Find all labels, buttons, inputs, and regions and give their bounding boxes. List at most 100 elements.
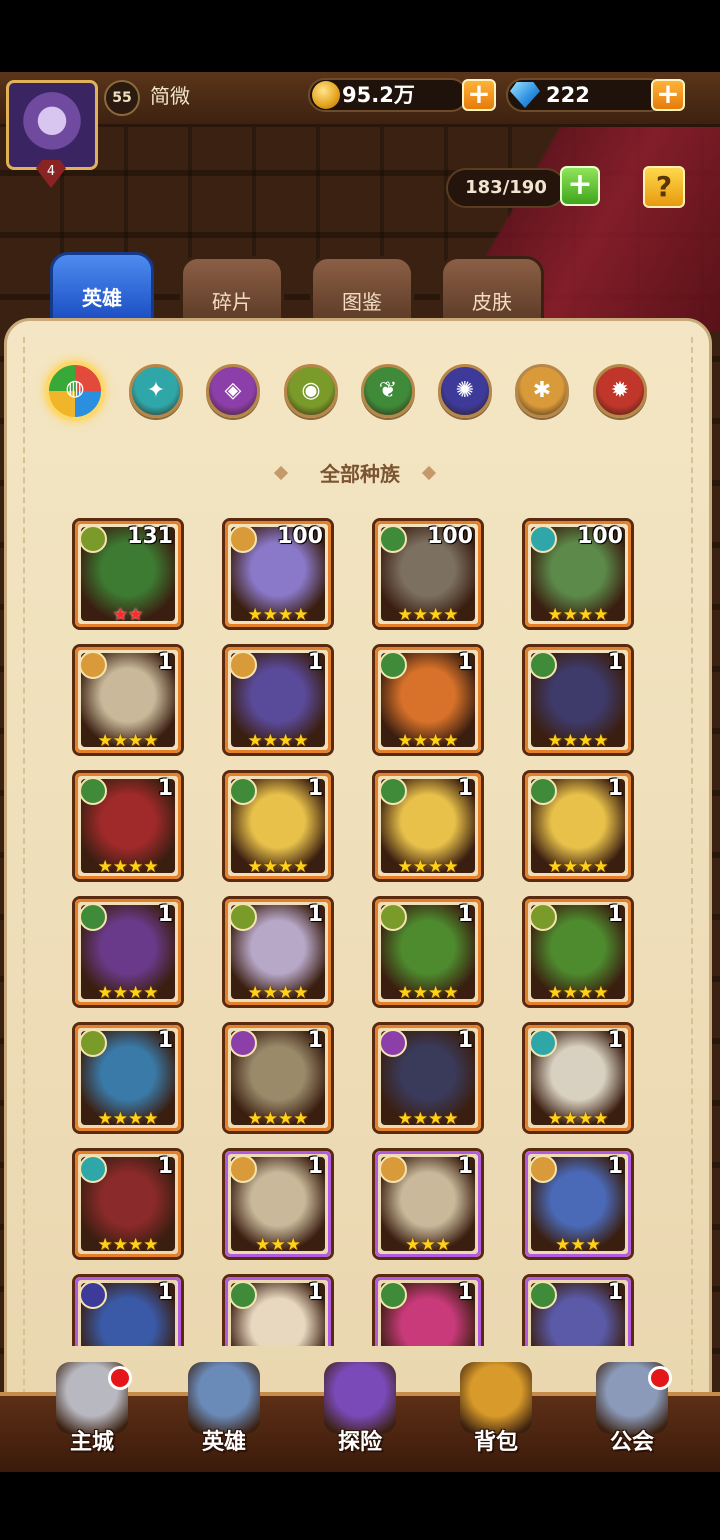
forest-faction-icon	[529, 777, 557, 805]
hero-card[interactable]: 1 ★★★★	[222, 644, 334, 756]
water-faction-icon	[529, 1029, 557, 1057]
hero-card[interactable]: 131 ★★	[72, 518, 184, 630]
hero-level: 1	[157, 902, 173, 927]
hero-card[interactable]: 1 ★★★★	[72, 770, 184, 882]
add-gems-button[interactable]: +	[651, 79, 685, 111]
light-faction-icon	[79, 651, 107, 679]
hero-stars: ★★★★	[547, 605, 609, 625]
faction-filter-nature[interactable]: ◉	[284, 364, 338, 418]
nature-faction-icon	[379, 903, 407, 931]
faction-filter-title: 全部种族	[320, 462, 400, 486]
nav-guild-button[interactable]: 公会	[582, 1362, 682, 1462]
gold-coin-icon	[312, 81, 340, 109]
hero-grid: 131 ★★ 100 ★★★★ 100 ★★★★ 100 ★★★★ 1 ★★★★ 1 ★★★★ 1 ★★★…	[0, 510, 720, 1346]
hero-card[interactable]: 100 ★★★★	[372, 518, 484, 630]
hero-card[interactable]: 1 ★★★★	[522, 896, 634, 1008]
heroes-icon	[188, 1362, 260, 1434]
hero-card[interactable]: 1 ★★★★	[222, 770, 334, 882]
hero-card[interactable]: 100 ★★★★	[222, 518, 334, 630]
hero-level: 1	[457, 650, 473, 675]
add-gold-button[interactable]: +	[462, 79, 496, 111]
forest-faction-icon	[379, 651, 407, 679]
adventure-icon	[324, 1362, 396, 1434]
tab-heroes[interactable]: 英雄	[50, 252, 154, 322]
hero-level: 100	[427, 524, 473, 549]
water-faction-icon	[529, 525, 557, 553]
help-button[interactable]: ?	[643, 166, 685, 208]
demon-faction-icon: ✺	[455, 378, 475, 403]
hero-stars: ★★★	[405, 1235, 451, 1255]
hero-card[interactable]: 1	[372, 1274, 484, 1346]
tab-skins[interactable]: 皮肤	[440, 256, 544, 326]
forest-faction-icon: ❦	[378, 378, 398, 403]
hero-card[interactable]: 1 ★★★★	[372, 644, 484, 756]
hero-level: 1	[157, 650, 173, 675]
hero-card[interactable]: 1 ★★★★	[222, 1022, 334, 1134]
hero-level: 131	[127, 524, 173, 549]
nature-faction-icon: ◉	[301, 378, 321, 403]
hero-level: 1	[457, 1154, 473, 1179]
hero-card[interactable]: 1 ★★★★	[72, 1022, 184, 1134]
hero-stars: ★★★★	[247, 1109, 309, 1129]
faction-filter-water[interactable]: ✦	[129, 364, 183, 418]
hero-level: 1	[157, 1028, 173, 1053]
nature-faction-icon	[79, 1029, 107, 1057]
light-faction-icon	[229, 525, 257, 553]
hero-card[interactable]: 1 ★★★★	[522, 1022, 634, 1134]
faction-filter-light[interactable]: ✱	[515, 364, 569, 418]
hero-card[interactable]: 1	[72, 1274, 184, 1346]
hero-level: 1	[457, 902, 473, 927]
faction-filter-fire[interactable]: ✹	[593, 364, 647, 418]
hero-card[interactable]: 1 ★★★★	[372, 1022, 484, 1134]
gold-amount: 95.2万	[342, 83, 415, 107]
nav-heroes-button[interactable]: 英雄	[174, 1362, 274, 1462]
nav-label: 公会	[609, 1430, 654, 1455]
tab-label: 英雄	[82, 286, 122, 310]
nav-adventure-button[interactable]: 探险	[310, 1362, 410, 1462]
hero-card[interactable]: 1 ★★★★	[522, 644, 634, 756]
faction-filter-forest[interactable]: ❦	[361, 364, 415, 418]
hero-card[interactable]: 100 ★★★★	[522, 518, 634, 630]
forest-faction-icon	[379, 525, 407, 553]
light-faction-icon	[379, 1155, 407, 1183]
shadow-faction-icon: ◈	[224, 378, 242, 403]
hero-card[interactable]: 1 ★★★	[372, 1148, 484, 1260]
forest-faction-icon	[379, 1281, 407, 1309]
all-factions-faction-icon: ◍	[65, 376, 85, 401]
hero-card[interactable]: 1 ★★★★	[522, 770, 634, 882]
hero-stars: ★★★★	[397, 857, 459, 877]
hero-stars: ★★★★	[97, 731, 159, 751]
hero-stars: ★★★★	[97, 857, 159, 877]
faction-filter-shadow[interactable]: ◈	[206, 364, 260, 418]
tab-label: 图鉴	[342, 290, 382, 314]
tab-fragments[interactable]: 碎片	[180, 256, 284, 326]
hero-card[interactable]: 1 ★★★	[522, 1148, 634, 1260]
hero-card[interactable]: 1 ★★★★	[72, 644, 184, 756]
hero-card[interactable]: 1 ★★★★	[72, 1148, 184, 1260]
player-avatar[interactable]	[6, 80, 98, 170]
hero-level: 1	[307, 1028, 323, 1053]
faction-filter-all-factions[interactable]: ◍	[45, 361, 105, 421]
faction-filter-demon[interactable]: ✺	[438, 364, 492, 418]
hero-card[interactable]: 1	[522, 1274, 634, 1346]
hero-card[interactable]: 1	[222, 1274, 334, 1346]
hero-card[interactable]: 1 ★★★★	[372, 896, 484, 1008]
nav-backpack-button[interactable]: 背包	[446, 1362, 546, 1462]
forest-faction-icon	[529, 1281, 557, 1309]
hero-stars: ★★★★	[97, 1235, 159, 1255]
forest-faction-icon	[229, 777, 257, 805]
light-faction-icon	[229, 1155, 257, 1183]
tab-label: 皮肤	[472, 290, 512, 314]
hero-card[interactable]: 1 ★★★★	[72, 896, 184, 1008]
nav-main-city-button[interactable]: 主城	[42, 1362, 142, 1462]
expand-capacity-button[interactable]: +	[560, 166, 600, 206]
hero-card[interactable]: 1 ★★★★	[222, 896, 334, 1008]
hero-card[interactable]: 1 ★★★	[222, 1148, 334, 1260]
tab-codex[interactable]: 图鉴	[310, 256, 414, 326]
hero-level: 1	[307, 776, 323, 801]
fire-faction-icon: ✹	[610, 378, 630, 403]
hero-stars: ★★★★	[247, 731, 309, 751]
shadow-faction-icon	[379, 1029, 407, 1057]
hero-card[interactable]: 1 ★★★★	[372, 770, 484, 882]
hero-level: 1	[307, 1154, 323, 1179]
